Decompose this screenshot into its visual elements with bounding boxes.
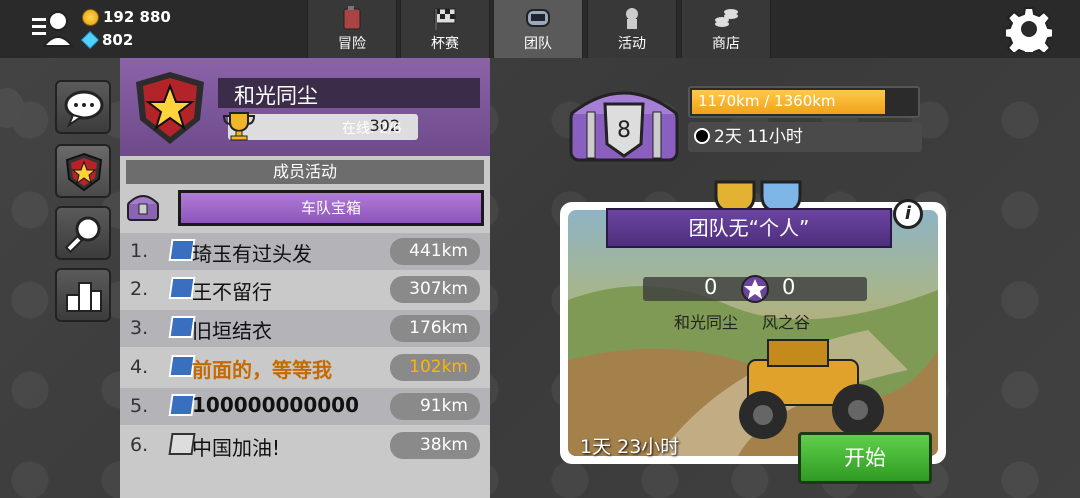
member-distance: 176km xyxy=(390,315,480,342)
member-distance: 307km xyxy=(390,276,480,303)
team-name: 和光同尘 xyxy=(234,84,318,108)
tab-shop[interactable]: 商店 xyxy=(681,0,771,58)
tab-events[interactable]: 活动 xyxy=(587,0,677,58)
coin-stack-icon xyxy=(715,9,738,27)
start-button[interactable]: 开始 xyxy=(798,432,932,484)
chest-level: 8 xyxy=(617,118,631,143)
member-name: 中国加油! xyxy=(192,436,281,460)
leaderboard-icon xyxy=(66,282,102,312)
info-button[interactable]: i xyxy=(893,199,923,229)
member-name: 琦玉有过头发 xyxy=(192,242,312,266)
team-panel: 和光同尘 302 在线: 2/6 成员活动 车队宝箱 1. 琦玉有过头发 441… xyxy=(120,58,490,498)
chest-icon xyxy=(127,195,159,221)
team-shield-icon xyxy=(65,152,103,192)
team-chest-label: 车队宝箱 xyxy=(181,193,481,223)
checkered-flag-icon xyxy=(434,8,456,30)
member-distance: 91km xyxy=(390,393,480,420)
versus-star-icon xyxy=(741,275,769,303)
chest-progress-bar: 1170km / 1360km xyxy=(688,86,920,118)
coin-icon xyxy=(82,8,99,26)
member-activity-title: 成员活动 xyxy=(126,160,484,184)
member-name: 前面的，等等我 xyxy=(192,358,332,382)
tab-cups[interactable]: 杯赛 xyxy=(400,0,490,58)
team-chest-row[interactable]: 车队宝箱 xyxy=(124,188,486,226)
online-count: 在线: 2/6 xyxy=(342,121,402,137)
team-badge-button[interactable] xyxy=(55,144,111,198)
chat-button[interactable] xyxy=(55,80,111,134)
member-row[interactable]: 3. 旧垣结衣 176km xyxy=(120,310,490,347)
member-row[interactable]: 2. 王不留行 307km xyxy=(120,271,490,308)
event-team-left: 和光同尘 xyxy=(674,313,739,332)
member-row-self[interactable]: 4. 前面的，等等我 102km xyxy=(120,349,490,386)
member-row[interactable]: 6. 中国加油! 38km xyxy=(120,427,490,464)
score-right: 0 xyxy=(782,275,796,299)
fuel-can-icon xyxy=(343,6,361,30)
member-name: 100000000000 xyxy=(192,393,359,417)
clock-icon xyxy=(694,128,710,144)
leaderboard-button[interactable] xyxy=(55,268,111,322)
gem-icon xyxy=(80,30,100,50)
gem-amount: 802 xyxy=(102,31,134,49)
member-distance: 38km xyxy=(390,432,480,459)
team-chest-bar: 车队宝箱 xyxy=(178,190,484,226)
magnifier-icon xyxy=(64,216,101,254)
member-name: 旧垣结衣 xyxy=(192,319,272,343)
team-name-box: 和光同尘 xyxy=(218,78,480,108)
gem-counter[interactable]: 802 xyxy=(80,30,134,50)
chest-progress-text: 1170km / 1360km xyxy=(698,92,836,110)
tab-adventure[interactable]: 冒险 xyxy=(307,0,397,58)
profile-icon[interactable] xyxy=(30,8,74,48)
event-title: 团队无“个人” xyxy=(606,208,892,248)
events-icon xyxy=(626,8,638,29)
score-left: 0 xyxy=(704,275,718,299)
trophy-icon xyxy=(222,112,256,141)
chest-timer: 2天 11小时 xyxy=(688,122,922,152)
search-button[interactable] xyxy=(55,206,111,260)
team-header: 和光同尘 302 在线: 2/6 xyxy=(120,58,490,156)
member-row[interactable]: 1. 琦玉有过头发 441km xyxy=(120,233,490,270)
team-chest-large-icon[interactable]: 8 xyxy=(565,82,683,164)
member-name: 王不留行 xyxy=(192,280,272,304)
team-helmet-icon xyxy=(526,9,550,27)
event-timer: 1天 23小时 xyxy=(580,436,680,458)
tab-team[interactable]: 团队 xyxy=(493,0,583,58)
settings-gear-icon[interactable] xyxy=(1006,6,1052,52)
top-bar: 192 880 802 冒险 杯赛 团队 活动 商店 xyxy=(0,0,1080,58)
event-team-right: 风之谷 xyxy=(762,313,811,332)
coin-counter[interactable]: 192 880 xyxy=(82,8,171,26)
member-distance: 102km xyxy=(390,354,480,381)
coin-amount: 192 880 xyxy=(103,8,171,26)
member-row[interactable]: 5. 100000000000 91km xyxy=(120,388,490,425)
chat-bubble-icon xyxy=(64,90,104,128)
member-distance: 441km xyxy=(390,238,480,265)
team-emblem-icon xyxy=(136,72,204,144)
